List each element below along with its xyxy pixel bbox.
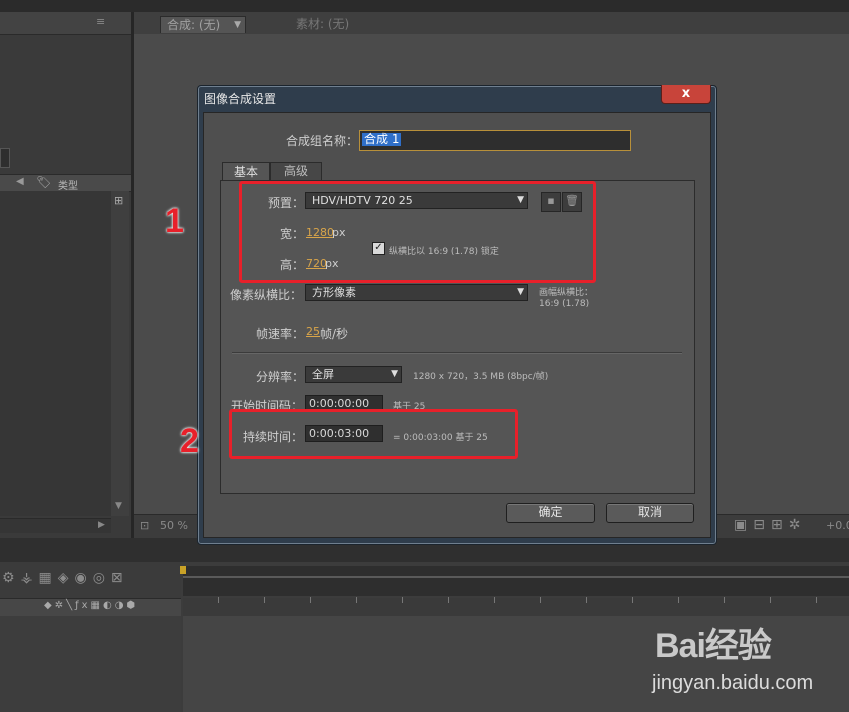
- ruler-tick: [356, 597, 357, 603]
- ruler-tick: [724, 597, 725, 603]
- flowchart-icon[interactable]: ⊞: [771, 517, 783, 533]
- ruler-tick: [632, 597, 633, 603]
- transparency-icon[interactable]: ⊟: [753, 517, 765, 533]
- cancel-button[interactable]: 取消: [606, 503, 694, 523]
- ruler-tick: [264, 597, 265, 603]
- tab-composition[interactable]: 合成: (无) ▼: [160, 16, 246, 33]
- section-divider: [232, 352, 682, 354]
- tab-footage-label: 素材: (无): [296, 17, 350, 31]
- project-column-header: ◀ 🏷 类型: [0, 174, 131, 192]
- resolution-info: 1280 x 720，3.5 MB (8bpc/帧): [413, 372, 549, 382]
- exposure-icon[interactable]: ✲: [789, 517, 801, 533]
- region-icon[interactable]: ▣: [734, 517, 747, 533]
- pixel-aspect-dropdown[interactable]: 方形像素 ▼: [305, 284, 528, 301]
- exposure-value[interactable]: +0.0: [826, 519, 849, 532]
- switch-icons-row[interactable]: ◆✲╲ƒx▦◐◑⬢: [44, 600, 138, 611]
- close-button[interactable]: x: [661, 85, 711, 104]
- resolution-dropdown[interactable]: 全屏 ▼: [305, 366, 402, 383]
- zoom-level[interactable]: 50 %: [160, 519, 188, 532]
- draft-3d-icon[interactable]: ▦: [38, 570, 51, 586]
- chevron-down-icon: ▼: [517, 287, 524, 297]
- layer-list[interactable]: [0, 616, 181, 712]
- project-panel-header: ≡: [0, 12, 131, 35]
- watermark-url: jingyan.baidu.com: [652, 672, 814, 694]
- ruler-tick: [310, 597, 311, 603]
- ok-button[interactable]: 确定: [506, 503, 595, 523]
- panel-menu-icon[interactable]: ≡: [96, 15, 105, 28]
- tab-composition-label: 合成: (无): [167, 18, 221, 32]
- frame-rate-label: 帧速率：: [256, 327, 305, 341]
- timeline-switches-toolbar: ⚙ ⚶ ▦ ◈ ◉ ◎ ⊠: [0, 562, 181, 598]
- timeline-work-area[interactable]: [183, 576, 849, 578]
- ruler-tick: [402, 597, 403, 603]
- tab-basic[interactable]: 基本: [222, 162, 270, 182]
- highlight-box-2: [229, 409, 518, 459]
- project-search-field[interactable]: [0, 148, 10, 168]
- scroll-down-icon[interactable]: ▼: [115, 501, 122, 511]
- ruler-tick: [448, 597, 449, 603]
- ruler-tick: [218, 597, 219, 603]
- ruler-tick: [494, 597, 495, 603]
- hierarchy-icon[interactable]: ⊞: [114, 194, 123, 207]
- highlight-box-1: [239, 181, 596, 283]
- frame-aspect-label: 画幅纵横比：: [539, 288, 594, 298]
- project-list-scrollbar[interactable]: ⊞ ▼: [111, 191, 129, 516]
- always-preview-icon[interactable]: ⊡: [140, 519, 149, 532]
- annotation-marker-2: 2: [180, 422, 199, 460]
- ruler-tick: [816, 597, 817, 603]
- column-type-label[interactable]: 类型: [58, 177, 78, 192]
- viewer-footer-icons: ▣ ⊟ ⊞ ✲: [734, 517, 806, 533]
- dialog-title: 图像合成设置: [204, 92, 277, 106]
- hide-shy-icon[interactable]: ◈: [58, 570, 69, 586]
- comp-mini-flowchart-icon[interactable]: ⚶: [21, 570, 33, 586]
- frame-rate-unit: 帧/秒: [320, 327, 349, 341]
- app-top-toolbar: [0, 0, 849, 12]
- tab-advanced[interactable]: 高级: [270, 162, 322, 181]
- sort-arrow-icon[interactable]: ◀: [16, 176, 24, 187]
- graph-editor-icon[interactable]: ⊠: [111, 570, 123, 586]
- ruler-tick: [540, 597, 541, 603]
- project-hscrollbar[interactable]: ▶: [0, 518, 111, 533]
- resolution-value: 全屏: [312, 368, 334, 381]
- project-item-list[interactable]: [0, 191, 112, 516]
- watermark-logo: Bai经验: [655, 627, 772, 665]
- chevron-down-icon[interactable]: ▼: [234, 17, 241, 34]
- timeline-ruler[interactable]: [183, 566, 849, 596]
- chevron-down-icon: ▼: [391, 369, 398, 379]
- motion-blur-icon[interactable]: ◎: [93, 570, 105, 586]
- timeline-toolbar-icons: ⚙ ⚶ ▦ ◈ ◉ ◎ ⊠: [2, 570, 129, 586]
- search-layer-icon[interactable]: ⚙: [2, 570, 15, 586]
- resolution-label: 分辨率：: [256, 370, 305, 384]
- scroll-right-icon[interactable]: ▶: [98, 520, 105, 530]
- ruler-tick: [586, 597, 587, 603]
- pixel-aspect-label: 像素纵横比：: [230, 288, 303, 302]
- layer-switches-header: ◆✲╲ƒx▦◐◑⬢: [0, 598, 181, 617]
- baidu-watermark: Bai经验: [655, 618, 772, 667]
- tab-footage[interactable]: 素材: (无): [262, 16, 392, 33]
- label-tag-icon[interactable]: 🏷: [36, 175, 51, 189]
- close-icon: x: [681, 86, 691, 101]
- annotation-marker-1: 1: [165, 202, 184, 240]
- comp-name-label: 合成组名称：: [286, 134, 359, 148]
- frame-aspect-value: 16:9 (1.78): [539, 299, 590, 309]
- frame-rate-value[interactable]: 25: [306, 325, 320, 338]
- pixel-aspect-value: 方形像素: [312, 286, 356, 299]
- comp-name-input[interactable]: 合成 1: [359, 130, 631, 151]
- comp-name-value: 合成 1: [362, 132, 402, 146]
- timeline-tracks-header: [183, 598, 849, 616]
- ruler-tick: [678, 597, 679, 603]
- frame-blending-icon[interactable]: ◉: [74, 570, 86, 586]
- playhead-icon[interactable]: [180, 566, 186, 574]
- ruler-tick: [770, 597, 771, 603]
